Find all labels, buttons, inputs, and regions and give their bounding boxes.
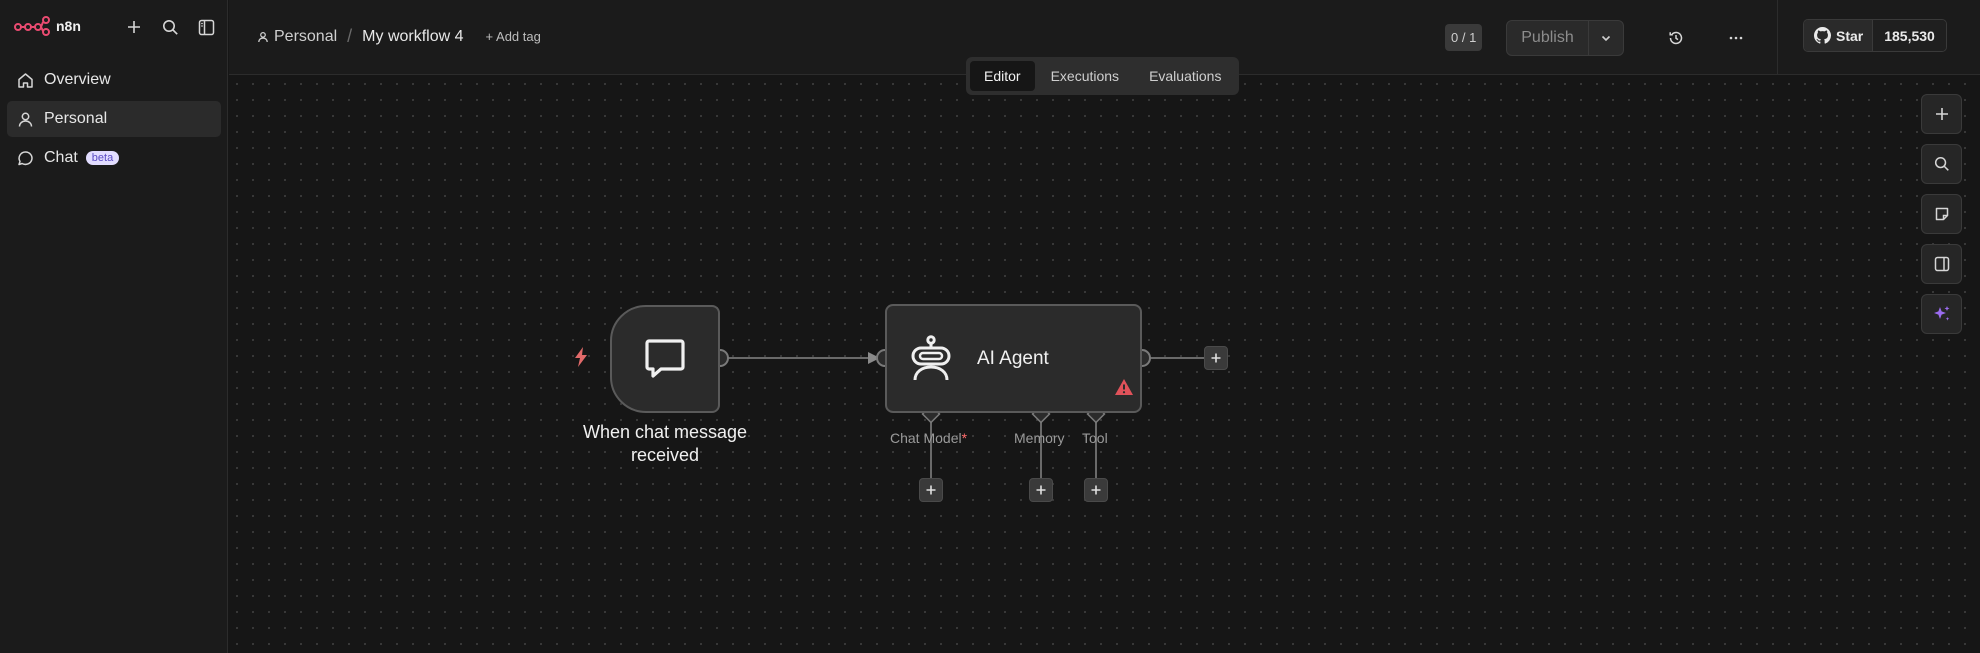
trigger-node-label-line: received — [630, 445, 700, 465]
publish-button-group: Publish — [1506, 20, 1624, 56]
plus-icon — [1036, 485, 1046, 495]
collapse-sidebar-button[interactable] — [193, 14, 219, 40]
search-button[interactable] — [157, 14, 183, 40]
add-node-button[interactable] — [1921, 94, 1962, 134]
search-icon — [1934, 156, 1949, 171]
add-tool-button[interactable] — [1084, 478, 1108, 502]
search-nodes-button[interactable] — [1921, 144, 1962, 184]
tab-executions[interactable]: Executions — [1037, 61, 1133, 91]
sparkles-icon — [1933, 306, 1949, 321]
history-icon — [1669, 31, 1683, 45]
panel-right-icon — [1934, 256, 1949, 272]
more-options-button[interactable] — [1723, 25, 1749, 51]
toggle-panel-button[interactable] — [1921, 244, 1962, 284]
view-tabs: Editor Executions Evaluations — [966, 57, 1240, 95]
workflow-counter: 0 / 1 — [1445, 24, 1483, 51]
breadcrumb-owner-label: Personal — [274, 27, 338, 45]
brand-logo[interactable]: n8n — [14, 14, 81, 38]
workflow-title[interactable]: My workflow 4 — [362, 28, 463, 46]
history-button[interactable] — [1663, 25, 1689, 51]
breadcrumb-separator: / — [347, 26, 353, 46]
chat-bubble-icon — [18, 150, 33, 165]
sidebar-item-label: Chat — [44, 149, 78, 166]
sidebar-item-chat[interactable]: Chat beta — [7, 140, 221, 176]
beta-badge: beta — [85, 151, 120, 165]
warning-icon[interactable] — [1114, 378, 1134, 401]
tool-label: Tool — [1082, 430, 1108, 446]
memory-label: Memory — [1014, 430, 1065, 446]
user-icon — [258, 31, 268, 42]
user-icon — [18, 112, 33, 127]
n8n-logo-icon — [14, 16, 50, 36]
add-chat-model-button[interactable] — [919, 478, 943, 502]
ai-assistant-button[interactable] — [1921, 294, 1962, 334]
sidebar-nav: Overview Personal Chat beta — [7, 62, 221, 179]
trigger-node-label-line: When chat message — [582, 422, 748, 442]
sidebar-item-label: Overview — [44, 71, 111, 88]
plus-icon — [1211, 353, 1221, 363]
tab-editor[interactable]: Editor — [970, 61, 1035, 91]
robot-icon — [911, 335, 951, 381]
github-star-label: Star — [1836, 27, 1864, 44]
more-horizontal-icon — [1729, 36, 1743, 40]
chat-model-label: Chat Model* — [890, 430, 967, 446]
search-icon — [162, 19, 178, 35]
plus-icon — [1091, 485, 1101, 495]
sticky-note-icon — [1935, 207, 1948, 221]
plus-icon — [1935, 108, 1948, 120]
publish-dropdown-button[interactable] — [1589, 21, 1623, 55]
github-icon — [1814, 27, 1831, 44]
chat-message-icon — [645, 339, 685, 378]
ai-agent-node[interactable]: AI Agent — [885, 304, 1142, 413]
home-icon — [18, 72, 33, 88]
github-star-count: 185,530 — [1873, 20, 1946, 51]
sidebar-item-label: Personal — [44, 110, 108, 127]
sidebar: n8n Overview Personal Chat beta — [0, 0, 228, 653]
sidebar-panel-icon — [198, 19, 214, 35]
sidebar-item-overview[interactable]: Overview — [7, 62, 221, 98]
github-star-button[interactable]: Star 185,530 — [1803, 19, 1947, 52]
chat-model-label-text: Chat Model — [890, 430, 962, 446]
add-tag-button[interactable]: + Add tag — [486, 29, 541, 44]
trigger-node-label: When chat message received — [560, 421, 770, 467]
plus-icon — [926, 485, 936, 495]
sticky-note-button[interactable] — [1921, 194, 1962, 234]
canvas-toolbar — [1921, 94, 1962, 334]
add-memory-button[interactable] — [1029, 478, 1053, 502]
chevron-down-icon — [1601, 35, 1611, 42]
breadcrumb: Personal / My workflow 4 + Add tag — [257, 26, 541, 47]
ai-agent-title: AI Agent — [977, 348, 1049, 369]
add-next-node-button[interactable] — [1204, 346, 1228, 370]
brand-name: n8n — [56, 18, 81, 34]
publish-button[interactable]: Publish — [1507, 21, 1589, 55]
required-marker: * — [961, 430, 968, 446]
sidebar-item-personal[interactable]: Personal — [7, 101, 221, 137]
trigger-node[interactable] — [610, 305, 720, 413]
header-divider — [1777, 0, 1778, 75]
add-button[interactable] — [121, 14, 147, 40]
tab-evaluations[interactable]: Evaluations — [1135, 61, 1235, 91]
breadcrumb-owner[interactable]: Personal — [257, 28, 337, 46]
plus-icon — [128, 21, 140, 33]
github-star: Star — [1804, 20, 1874, 51]
lightning-icon — [572, 346, 590, 373]
